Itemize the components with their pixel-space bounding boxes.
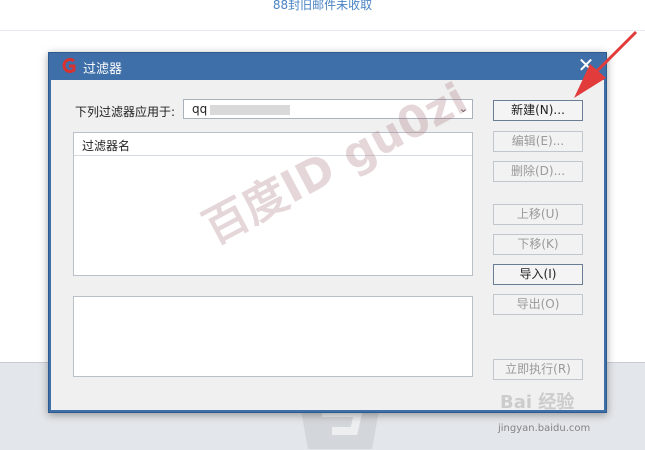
filter-name-column-header: 过滤器名 bbox=[82, 139, 131, 153]
dialog-title-bar[interactable]: 过滤器 ✕ bbox=[49, 53, 606, 79]
account-select-value: qq bbox=[192, 102, 208, 116]
baidu-watermark-url: jingyan.baidu.com bbox=[498, 423, 591, 434]
edit-filter-button[interactable]: 编辑(E)... bbox=[493, 131, 583, 152]
baidu-watermark: Bai 经验 bbox=[500, 392, 575, 413]
foxmail-app-icon bbox=[62, 58, 76, 73]
dialog-title: 过滤器 bbox=[83, 62, 123, 77]
chevron-down-icon[interactable]: ⌄ bbox=[459, 102, 468, 115]
import-button[interactable]: 导入(I) bbox=[493, 264, 583, 285]
move-down-button[interactable]: 下移(K) bbox=[493, 234, 583, 255]
new-filter-button[interactable]: 新建(N)... bbox=[493, 100, 583, 121]
filter-list-header: 过滤器名 bbox=[74, 133, 472, 156]
unread-status-text: 88封旧邮件未收取 bbox=[272, 0, 373, 12]
dialog-body: 下列过滤器应用于: qq ⌄ 过滤器名 新建(N)... 编辑(E)... 删除… bbox=[51, 80, 604, 410]
filter-list[interactable]: 过滤器名 bbox=[73, 132, 473, 276]
close-icon[interactable]: ✕ bbox=[576, 55, 596, 75]
export-button[interactable]: 导出(O) bbox=[493, 294, 583, 315]
background-divider bbox=[0, 30, 645, 31]
delete-filter-button[interactable]: 删除(D)... bbox=[493, 161, 583, 182]
account-select[interactable]: qq ⌄ bbox=[183, 99, 473, 119]
run-now-button[interactable]: 立即执行(R) bbox=[493, 359, 583, 380]
move-up-button[interactable]: 上移(U) bbox=[493, 204, 583, 225]
account-redaction bbox=[210, 105, 290, 115]
filter-dialog: 过滤器 ✕ 下列过滤器应用于: qq ⌄ 过滤器名 新建(N)... 编辑(E)… bbox=[48, 52, 607, 413]
filter-description-box bbox=[73, 296, 473, 377]
apply-to-label: 下列过滤器应用于: bbox=[75, 105, 176, 119]
